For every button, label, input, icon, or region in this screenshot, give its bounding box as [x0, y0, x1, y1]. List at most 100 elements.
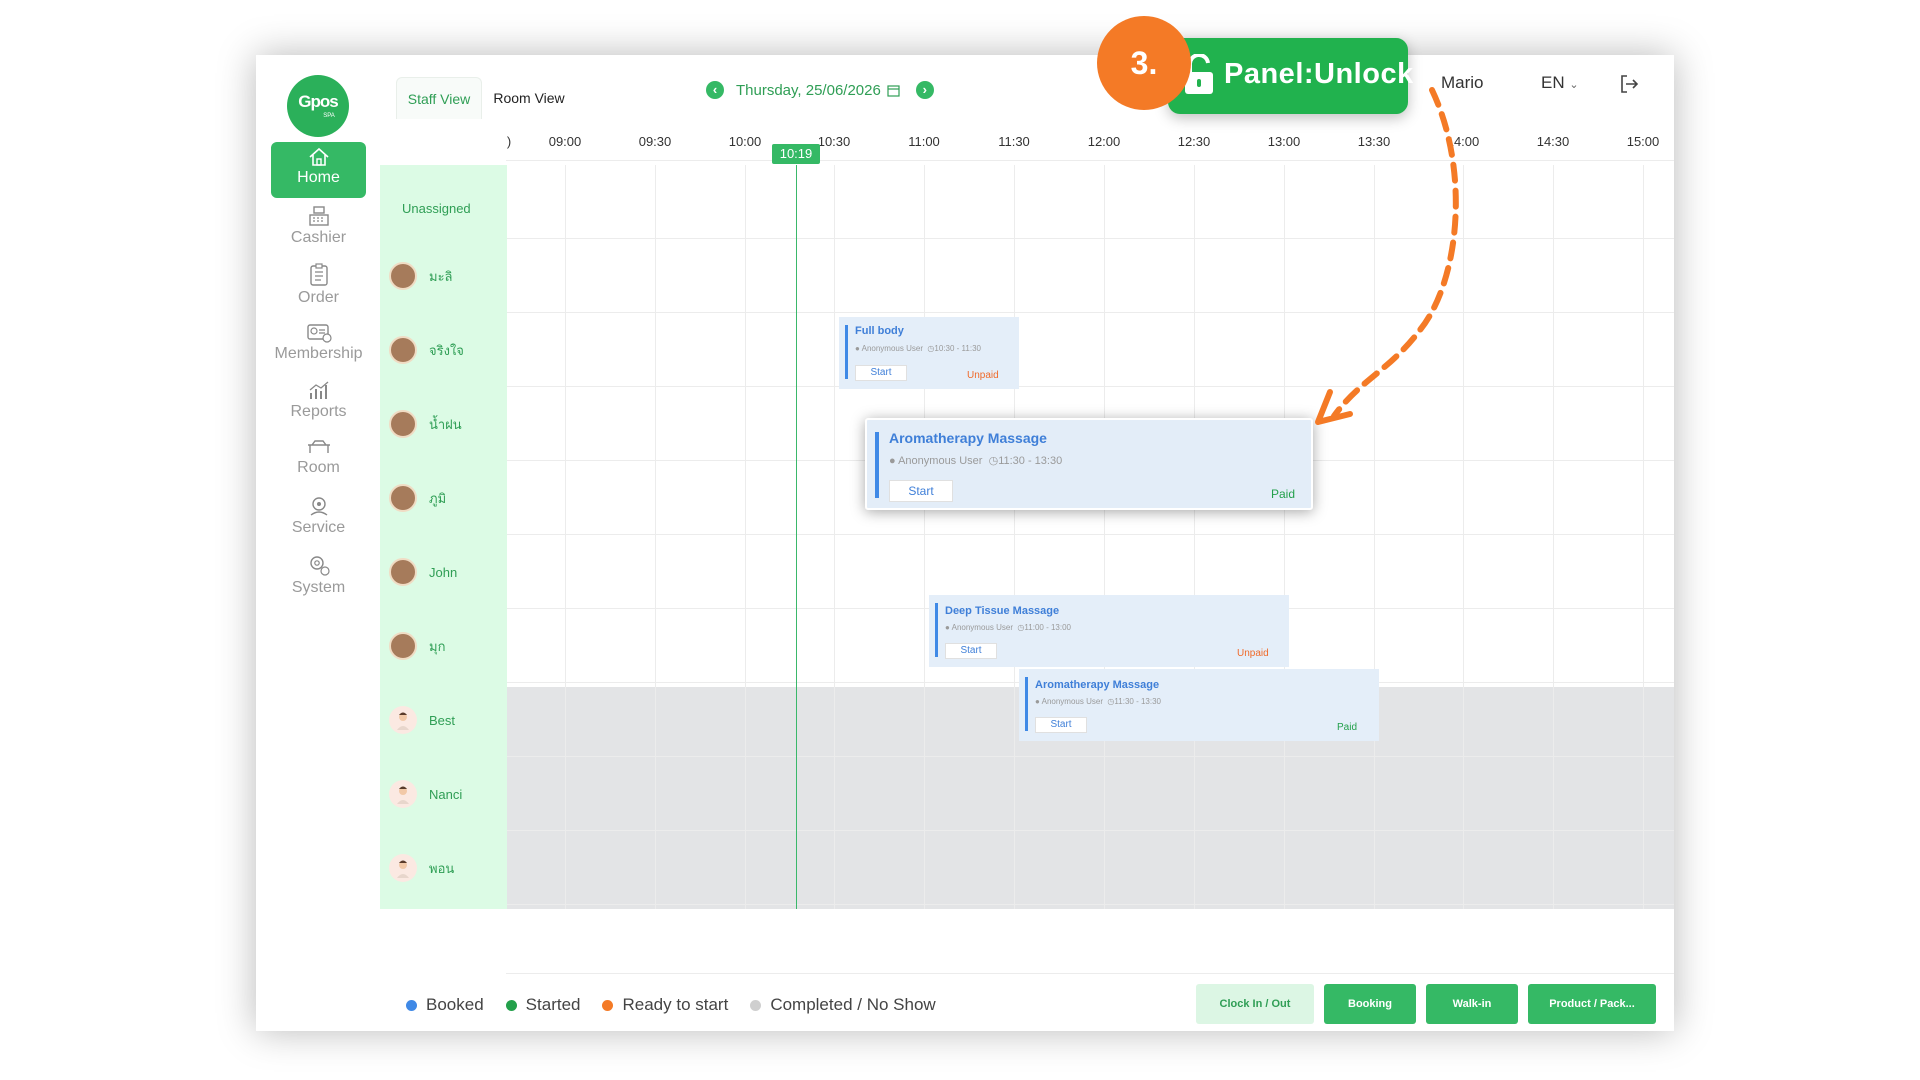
- sidebar-item-home[interactable]: Home: [271, 142, 366, 198]
- grid-line: [655, 165, 656, 909]
- grid-line: [1104, 165, 1105, 909]
- logout-button[interactable]: [1618, 73, 1640, 100]
- appointment-card[interactable]: Deep Tissue Massage ● Anonymous User ◷11…: [929, 595, 1289, 667]
- schedule-grid: [507, 165, 1674, 909]
- time-tick: 15:00: [1626, 134, 1660, 149]
- sidebar-item-cashier[interactable]: Cashier: [271, 200, 366, 256]
- footer-divider: [506, 973, 1674, 974]
- booking-button[interactable]: Booking: [1324, 984, 1416, 1024]
- status-bar: [875, 432, 879, 498]
- grid-line: [1643, 165, 1644, 909]
- grid-line: [834, 165, 835, 909]
- time-tick: 11:30: [998, 134, 1030, 149]
- appointment-time: 11:30 - 13:30: [998, 455, 1063, 467]
- staff-row[interactable]: Nanci: [389, 757, 462, 831]
- language-selector[interactable]: EN ⌄: [1541, 73, 1579, 93]
- staff-row[interactable]: จริงใจ: [389, 313, 464, 387]
- start-button[interactable]: Start: [855, 365, 907, 381]
- sidebar-item-reports[interactable]: Reports: [271, 374, 366, 430]
- customer-name: Anonymous User: [898, 455, 983, 467]
- grid-row[interactable]: [507, 831, 1674, 905]
- status-bar: [845, 325, 848, 379]
- appointment-meta: ● Anonymous User ◷11:30 - 13:30: [889, 455, 1063, 467]
- grid-row[interactable]: [507, 757, 1674, 831]
- sidebar-item-label: Membership: [274, 345, 363, 362]
- sidebar-item-order[interactable]: Order: [271, 258, 366, 314]
- avatar: [389, 336, 417, 364]
- status-bar: [1025, 677, 1028, 731]
- appointment-card[interactable]: Full body ● Anonymous User ◷10:30 - 11:3…: [839, 317, 1019, 389]
- ready-dot-icon: [602, 999, 614, 1011]
- sidebar-item-system[interactable]: System: [271, 548, 366, 604]
- grid-line: [745, 165, 746, 909]
- time-tick: 13:00: [1267, 134, 1301, 149]
- grid-row[interactable]: [507, 239, 1674, 313]
- grid-row[interactable]: [507, 313, 1674, 387]
- customer-name: Anonymous User: [1041, 697, 1103, 706]
- time-tick: 11:00: [908, 134, 940, 149]
- time-tick: 10:00: [728, 134, 762, 149]
- avatar: [389, 854, 417, 882]
- start-button[interactable]: Start: [945, 643, 997, 659]
- next-day-button[interactable]: ›: [915, 81, 934, 99]
- grid-row[interactable]: [507, 165, 1674, 239]
- product-package-button[interactable]: Product / Pack...: [1528, 984, 1656, 1024]
- customer-name: Anonymous User: [951, 623, 1013, 632]
- staff-row[interactable]: ภูมิ: [389, 461, 446, 535]
- staff-name: พอน: [429, 860, 455, 876]
- legend-label: Booked: [426, 995, 484, 1014]
- avatar: [389, 632, 417, 660]
- payment-status: Unpaid: [967, 370, 999, 381]
- step-number-badge: 3.: [1097, 16, 1191, 110]
- legend-label: Started: [525, 995, 581, 1014]
- payment-status: Unpaid: [1237, 648, 1269, 659]
- sidebar-item-label: Room: [297, 459, 340, 476]
- staff-row[interactable]: มุก: [389, 609, 445, 683]
- room-icon: [307, 440, 330, 453]
- staff-row[interactable]: น้ำฝน: [389, 387, 462, 461]
- legend-label: Completed / No Show: [770, 995, 936, 1014]
- tab-staff-view[interactable]: Staff View: [396, 77, 482, 119]
- status-bar: [935, 603, 938, 657]
- time-tick: 12:00: [1087, 134, 1121, 149]
- appointment-card[interactable]: Aromatherapy Massage ● Anonymous User ◷1…: [1019, 669, 1379, 741]
- time-tick: 09:30: [638, 134, 672, 149]
- sidebar-item-room[interactable]: Room: [271, 432, 366, 488]
- staff-row[interactable]: Best: [389, 683, 455, 757]
- sidebar-item-label: Cashier: [290, 229, 347, 246]
- staff-name: จริงใจ: [429, 342, 464, 358]
- appointment-title: Deep Tissue Massage: [945, 605, 1060, 617]
- staff-row[interactable]: John: [389, 535, 457, 609]
- time-tick: ): [506, 134, 512, 149]
- sidebar-item-label: Order: [298, 289, 339, 306]
- staff-row[interactable]: พอน: [389, 831, 454, 905]
- staff-row[interactable]: มะลิ: [389, 239, 453, 313]
- staff-name: Best: [429, 712, 456, 728]
- sidebar-item-membership[interactable]: Membership: [271, 316, 366, 372]
- appointment-time: 11:00 - 13:00: [1024, 623, 1071, 632]
- clock-in-out-button[interactable]: Clock In / Out: [1196, 984, 1314, 1024]
- payment-status: Paid: [1337, 722, 1358, 733]
- walk-in-button[interactable]: Walk-in: [1426, 984, 1518, 1024]
- avatar: [389, 558, 417, 586]
- home-icon: [308, 147, 329, 166]
- time-tick: 14:30: [1536, 134, 1570, 149]
- sidebar-item-service[interactable]: Service: [271, 490, 366, 546]
- callout-arrow-icon: [1315, 87, 1459, 425]
- grid-line: [1194, 165, 1195, 909]
- staff-name: มะลิ: [429, 268, 453, 284]
- appointment-title: Aromatherapy Massage: [889, 430, 1047, 446]
- prev-day-button[interactable]: ‹: [706, 81, 724, 99]
- sidebar: Gpos SPA Home Cashier Order Membership R…: [256, 55, 380, 1031]
- start-button[interactable]: Start: [1035, 717, 1087, 733]
- legend-label: Ready to start: [622, 995, 729, 1014]
- payment-status: Paid: [1271, 487, 1296, 501]
- membership-icon: [306, 324, 332, 343]
- highlighted-appointment-card[interactable]: Aromatherapy Massage ● Anonymous User ◷1…: [865, 418, 1313, 510]
- appointment-title: Full body: [855, 325, 904, 337]
- current-date[interactable]: Thursday, 25/06/2026: [736, 82, 881, 99]
- start-button[interactable]: Start: [889, 480, 953, 502]
- reports-icon: [309, 381, 328, 399]
- current-time-line: [796, 165, 797, 909]
- calendar-icon[interactable]: [887, 84, 900, 97]
